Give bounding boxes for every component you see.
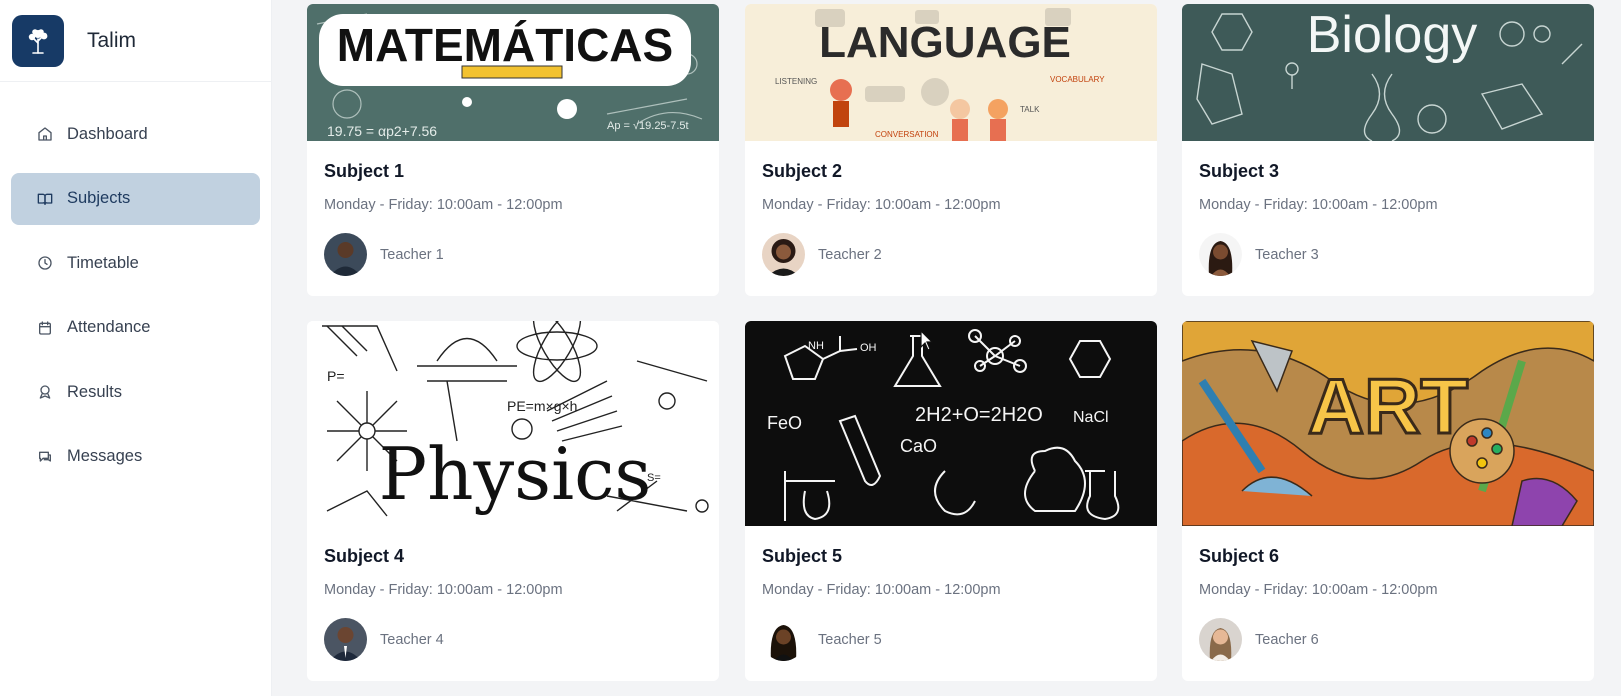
subject-schedule: Monday - Friday: 10:00am - 12:00pm	[762, 582, 1001, 598]
teacher-name: Teacher 6	[1255, 631, 1319, 648]
message-icon	[39, 451, 51, 462]
subject-card[interactable]: ART Subject 6 Monday - Friday: 10:00am -…	[1182, 321, 1594, 681]
clock-icon	[38, 256, 52, 270]
teacher-name: Teacher 5	[818, 631, 882, 648]
subject-title: Subject 3	[1199, 161, 1280, 181]
svg-text:OH: OH	[860, 342, 877, 354]
sidebar-nav: Dashboard Subjects Timetable Attendance …	[11, 108, 260, 495]
subject-card[interactable]: 2H2+O=2H2O FeO CaO NaCl NH OH Subject 5 …	[745, 321, 1157, 681]
subject-schedule: Monday - Friday: 10:00am - 12:00pm	[762, 197, 1001, 213]
sidebar-item-label: Dashboard	[67, 124, 148, 143]
teacher-info: Teacher 1	[324, 233, 702, 276]
subject-image-text: LANGUAGE	[819, 18, 1071, 67]
svg-text:TALK: TALK	[1020, 105, 1040, 114]
subject-card[interactable]: PE=m×g×h P= S= Physics Subject 4 Monday …	[307, 321, 719, 681]
avatar	[1199, 618, 1242, 661]
subject-image-text: Biology	[1307, 6, 1478, 64]
subject-card[interactable]: MATEMÁTICAS 19.75 = αp2+7.56 Ap = √19.25…	[307, 4, 719, 296]
svg-text:CONVERSATION: CONVERSATION	[875, 130, 939, 139]
sidebar-item-label: Messages	[67, 447, 143, 465]
sidebar-item-subjects[interactable]: Subjects	[11, 172, 260, 225]
teacher-info: Teacher 5	[762, 618, 1140, 661]
subject-image-text: ART	[1308, 362, 1468, 450]
home-icon	[38, 127, 52, 141]
subject-schedule: Monday - Friday: 10:00am - 12:00pm	[324, 582, 563, 598]
subject-card[interactable]: Biology Subject 3 Monday - Friday: 10:00…	[1182, 4, 1594, 296]
svg-text:PE=m×g×h: PE=m×g×h	[507, 398, 577, 414]
sidebar-item-label: Results	[67, 382, 123, 401]
subjects-grid: MATEMÁTICAS 19.75 = αp2+7.56 Ap = √19.25…	[272, 0, 1621, 696]
sidebar-item-label: Attendance	[67, 318, 151, 336]
mouse-cursor-icon	[920, 330, 934, 351]
teacher-name: Teacher 2	[818, 246, 882, 263]
subject-title: Subject 1	[324, 161, 405, 181]
subject-4-image: PE=m×g×h P= S= Physics	[307, 321, 719, 526]
sidebar: Talim Dashboard Subjects Timetable Atten…	[0, 0, 272, 696]
sidebar-item-results[interactable]: Results	[11, 366, 260, 418]
svg-text:CaO: CaO	[900, 436, 937, 456]
subject-title: Subject 5	[762, 546, 843, 566]
svg-text:VOCABULARY: VOCABULARY	[1050, 75, 1105, 84]
avatar	[324, 233, 367, 276]
brand: Talim	[0, 0, 271, 82]
book-open-icon	[37, 193, 53, 205]
sidebar-item-dashboard[interactable]: Dashboard	[11, 108, 260, 160]
teacher-info: Teacher 6	[1199, 618, 1577, 661]
sidebar-item-label: Subjects	[67, 189, 131, 207]
subject-title: Subject 4	[324, 546, 405, 566]
avatar	[324, 618, 367, 661]
subject-3-image: Biology	[1182, 4, 1594, 141]
avatar	[762, 233, 805, 276]
svg-text:P=: P=	[327, 368, 345, 384]
teacher-name: Teacher 1	[380, 246, 444, 263]
sidebar-item-label: Timetable	[67, 253, 139, 272]
subject-5-image: 2H2+O=2H2O FeO CaO NaCl NH OH	[745, 321, 1157, 526]
calendar-icon	[39, 320, 51, 335]
subject-1-image: MATEMÁTICAS 19.75 = αp2+7.56 Ap = √19.25…	[307, 4, 719, 141]
app-name: Talim	[87, 28, 137, 52]
teacher-name: Teacher 3	[1255, 246, 1319, 263]
teacher-name: Teacher 4	[380, 631, 444, 648]
subject-schedule: Monday - Friday: 10:00am - 12:00pm	[324, 197, 563, 213]
svg-text:Ap = √19.25-7.5t: Ap = √19.25-7.5t	[607, 120, 689, 132]
teacher-info: Teacher 3	[1199, 233, 1577, 276]
sidebar-item-messages[interactable]: Messages	[11, 431, 260, 483]
avatar	[1199, 233, 1242, 276]
teacher-info: Teacher 2	[762, 233, 1140, 276]
svg-text:NH: NH	[808, 340, 824, 352]
tree-icon[interactable]	[12, 14, 64, 67]
sidebar-item-timetable[interactable]: Timetable	[11, 237, 260, 289]
svg-text:FeO: FeO	[767, 413, 802, 433]
teacher-info: Teacher 4	[324, 618, 702, 661]
subject-image-text: 2H2+O=2H2O	[915, 404, 1043, 426]
subject-6-image: ART	[1182, 321, 1594, 526]
subject-2-image: LANGUAGE LISTENING VOCABULARY TALK CONVE…	[745, 4, 1157, 141]
svg-text:19.75 = αp2+7.56: 19.75 = αp2+7.56	[327, 123, 437, 139]
subject-schedule: Monday - Friday: 10:00am - 12:00pm	[1199, 197, 1438, 213]
subject-image-text: Physics	[379, 432, 652, 516]
sidebar-item-attendance[interactable]: Attendance	[11, 302, 260, 354]
svg-text:LISTENING: LISTENING	[775, 77, 817, 86]
subject-card[interactable]: LANGUAGE LISTENING VOCABULARY TALK CONVE…	[745, 4, 1157, 296]
subject-image-text: MATEMÁTICAS	[337, 19, 673, 71]
subject-title: Subject 2	[762, 161, 843, 181]
award-icon	[39, 385, 51, 399]
subject-schedule: Monday - Friday: 10:00am - 12:00pm	[1199, 582, 1438, 598]
subject-title: Subject 6	[1199, 546, 1280, 566]
svg-text:NaCl: NaCl	[1073, 409, 1109, 426]
avatar	[762, 618, 805, 661]
